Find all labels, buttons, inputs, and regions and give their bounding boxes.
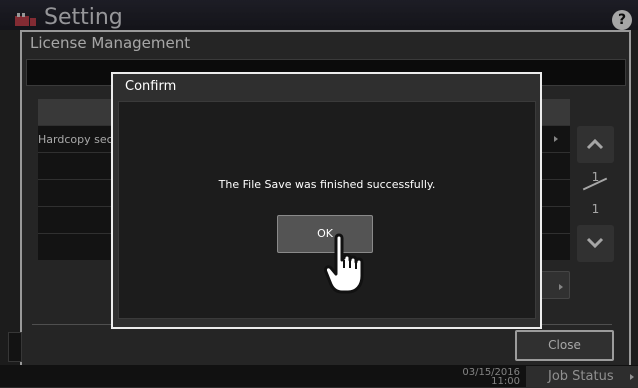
confirm-message: The File Save was finished successfully. xyxy=(218,178,436,191)
pointing-hand-icon xyxy=(322,232,372,296)
confirm-title: Confirm xyxy=(125,79,177,94)
